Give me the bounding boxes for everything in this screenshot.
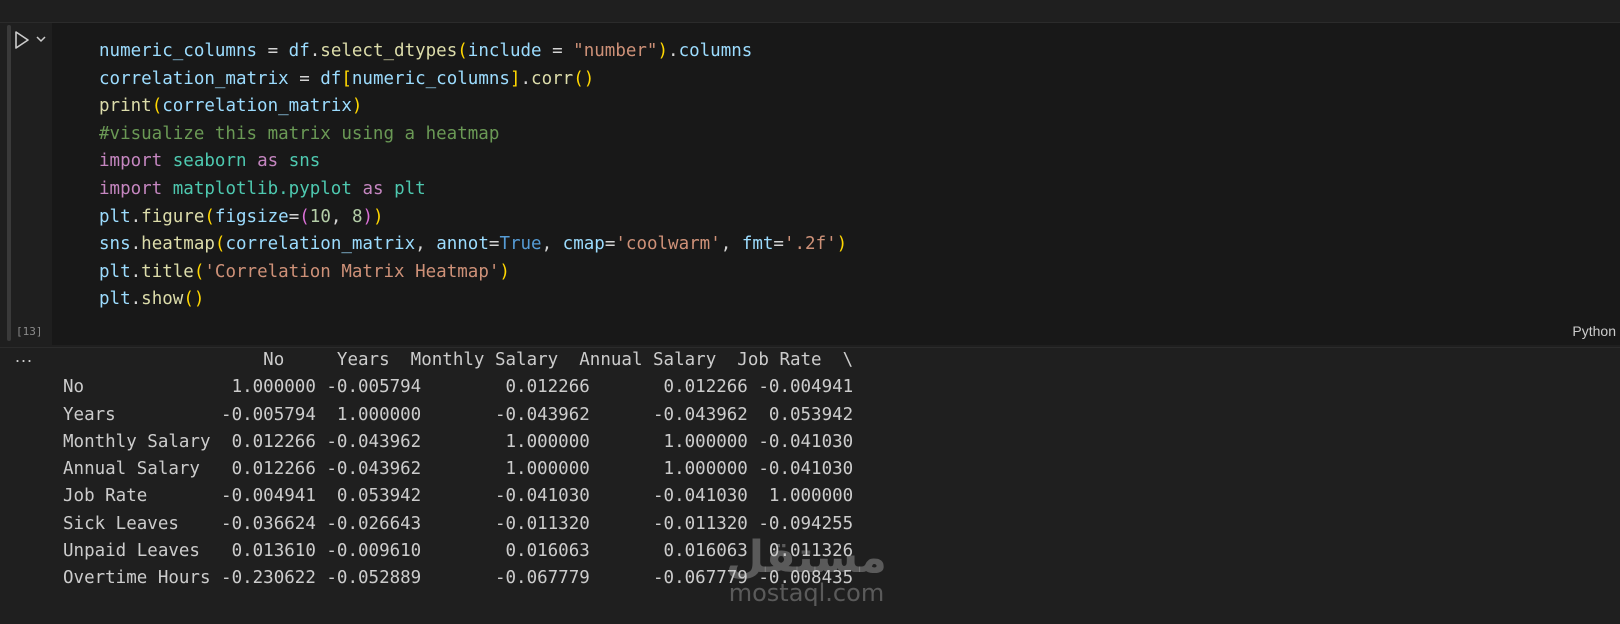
output-text: No Years Monthly Salary Annual Salary Jo… [63, 347, 853, 593]
output-line: Monthly Salary 0.012266 -0.043962 1.0000… [63, 431, 854, 452]
code-line[interactable]: sns.heatmap(correlation_matrix, annot=Tr… [99, 231, 847, 259]
chevron-down-icon[interactable] [34, 31, 48, 47]
cell-output: ... No Years Monthly Salary Annual Salar… [0, 347, 1620, 624]
output-line: Overtime Hours -0.230622 -0.052889 -0.06… [63, 568, 854, 589]
output-menu-button[interactable]: ... [15, 347, 33, 365]
play-icon[interactable] [12, 29, 32, 51]
run-options-button[interactable] [34, 31, 48, 47]
output-line: Sick Leaves -0.036624 -0.026643 -0.01132… [63, 513, 854, 534]
output-line: Annual Salary 0.012266 -0.043962 1.00000… [63, 459, 854, 480]
code-line[interactable]: plt.figure(figsize=(10, 8)) [99, 204, 847, 232]
code-editor[interactable]: numeric_columns = df.select_dtypes(inclu… [52, 23, 1620, 345]
output-line: Unpaid Leaves 0.013610 -0.009610 0.01606… [63, 541, 854, 562]
code-line[interactable]: #visualize this matrix using a heatmap [99, 121, 847, 149]
code-line[interactable]: numeric_columns = df.select_dtypes(inclu… [99, 38, 847, 66]
notebook: [13] numeric_columns = df.select_dtypes(… [0, 0, 1620, 624]
code-line[interactable]: print(correlation_matrix) [99, 93, 847, 121]
output-line: No Years Monthly Salary Annual Salary Jo… [63, 350, 854, 370]
code-block[interactable]: numeric_columns = df.select_dtypes(inclu… [99, 38, 847, 314]
output-line: Job Rate -0.004941 0.053942 -0.041030 -0… [63, 486, 854, 507]
code-line[interactable]: plt.title('Correlation Matrix Heatmap') [99, 259, 847, 287]
code-line[interactable]: import matplotlib.pyplot as plt [99, 176, 847, 204]
execution-count: [13] [16, 325, 43, 338]
code-line[interactable]: plt.show() [99, 286, 847, 314]
code-line[interactable]: import seaborn as sns [99, 148, 847, 176]
run-cell-button[interactable] [12, 29, 32, 51]
code-cell[interactable]: [13] numeric_columns = df.select_dtypes(… [0, 22, 1620, 348]
output-line: Years -0.005794 1.000000 -0.043962 -0.04… [63, 404, 854, 425]
output-line: No 1.000000 -0.005794 0.012266 0.012266 … [63, 377, 854, 398]
language-label[interactable]: Python [1572, 323, 1616, 339]
cell-focus-bar [7, 25, 11, 341]
code-line[interactable]: correlation_matrix = df[numeric_columns]… [99, 66, 847, 94]
